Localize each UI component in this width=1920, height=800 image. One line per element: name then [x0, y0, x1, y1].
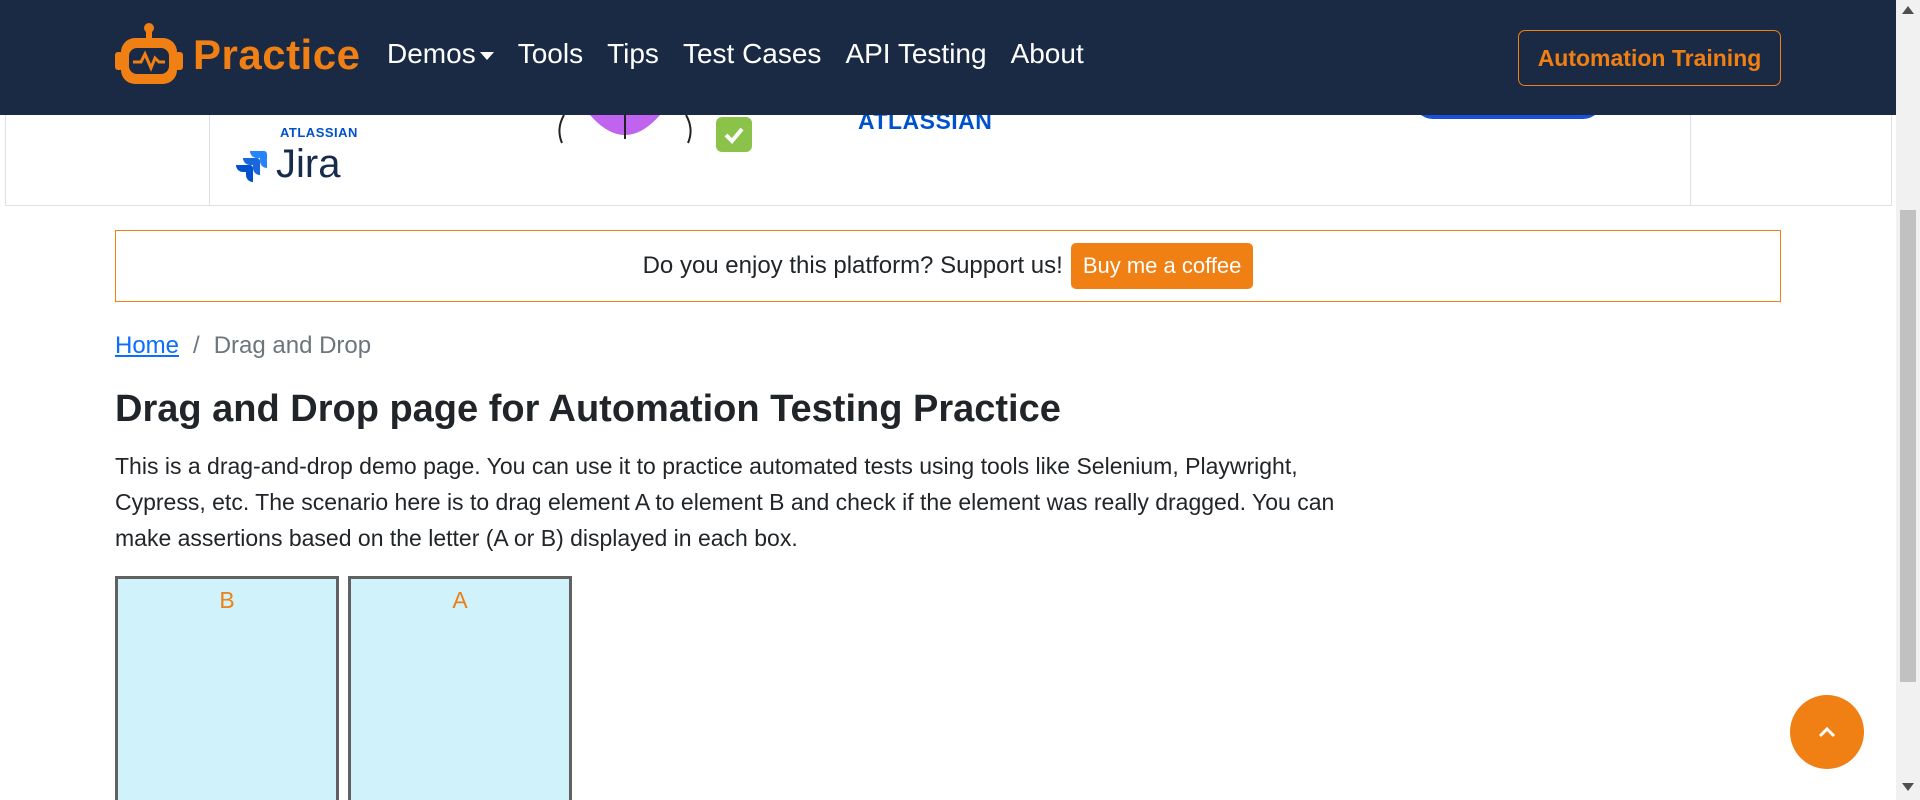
chevron-up-icon: [1818, 726, 1836, 738]
buy-me-a-coffee-button[interactable]: Buy me a coffee: [1070, 243, 1254, 289]
scroll-to-top-button[interactable]: [1790, 695, 1864, 769]
page-description: This is a drag-and-drop demo page. You c…: [115, 453, 1335, 551]
nav-test-cases[interactable]: Test Cases: [683, 38, 822, 70]
nav-tips[interactable]: Tips: [607, 38, 659, 70]
breadcrumb-current: Drag and Drop: [213, 332, 372, 359]
drag-box-column-b[interactable]: A: [348, 576, 572, 800]
top-navbar: Practice Demos Tools Tips Test Cases API…: [0, 0, 1896, 115]
drag-box-column-a[interactable]: B: [115, 576, 339, 800]
brand-link[interactable]: Practice: [115, 22, 360, 88]
chevron-down-icon: [479, 51, 494, 60]
automation-training-button[interactable]: Automation Training: [1518, 30, 1781, 86]
nav-about[interactable]: About: [1011, 38, 1084, 70]
nav-tools[interactable]: Tools: [518, 38, 583, 70]
breadcrumb-separator: /: [193, 332, 200, 359]
robot-logo-icon: [115, 22, 183, 88]
jira-logo: ATLASSIAN Jira: [234, 125, 358, 187]
jira-wordmark: Jira: [276, 142, 341, 186]
drag-box-label: A: [452, 587, 468, 613]
sponsor-banner: ATLASSIAN Jira ATLASSIAN: [5, 108, 1892, 206]
jira-icon: [236, 150, 267, 182]
scroll-up-arrow-icon[interactable]: [1902, 6, 1914, 14]
page-scrollbar[interactable]: [1896, 0, 1920, 800]
breadcrumb-home-link[interactable]: Home: [115, 332, 179, 360]
nav-demos-dropdown[interactable]: Demos: [387, 38, 494, 70]
brand-name: Practice: [193, 31, 361, 78]
scroll-down-arrow-icon[interactable]: [1902, 783, 1914, 791]
breadcrumb: Home / Drag and Drop: [115, 332, 371, 360]
scrollbar-thumb[interactable]: [1900, 210, 1916, 682]
support-banner: Do you enjoy this platform? Support us! …: [115, 230, 1781, 302]
sponsor-banner-inner[interactable]: ATLASSIAN Jira ATLASSIAN: [209, 108, 1691, 206]
support-text: Do you enjoy this platform? Support us!: [642, 252, 1063, 279]
page-title: Drag and Drop page for Automation Testin…: [115, 388, 1061, 430]
purple-figure-illustration: [558, 115, 692, 144]
drag-box-label: B: [219, 587, 235, 613]
jira-atlassian-wordmark: ATLASSIAN: [280, 125, 358, 140]
nav-menu: Demos Tools Tips Test Cases API Testing …: [387, 38, 1084, 70]
checkmark-icon: [716, 117, 752, 152]
nav-api-testing[interactable]: API Testing: [845, 38, 986, 70]
nav-demos-label: Demos: [387, 38, 476, 69]
